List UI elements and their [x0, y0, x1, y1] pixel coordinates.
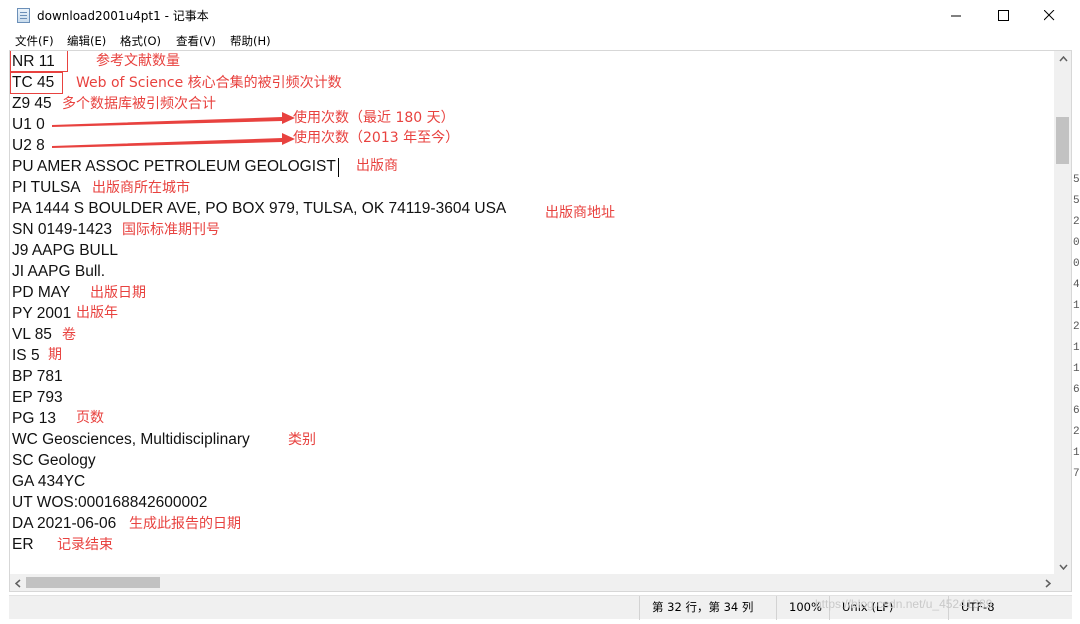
menu-view[interactable]: 查看(V) [176, 33, 216, 49]
vertical-scroll-thumb[interactable] [1056, 117, 1069, 164]
annotation-z9: 多个数据库被引频次合计 [62, 96, 216, 112]
annotation-tc: Web of Science 核心合集的被引频次计数 [76, 75, 342, 91]
edge-digit: 0 [1073, 258, 1080, 270]
annotation-da: 生成此报告的日期 [129, 516, 241, 532]
minimize-button[interactable] [933, 0, 979, 30]
edge-digit: 1 [1073, 342, 1080, 354]
line-ga: GA 434YC [12, 473, 86, 490]
status-cursor-position: 第 32 行，第 34 列 [639, 596, 775, 620]
scroll-up-button[interactable] [1055, 51, 1071, 67]
edge-digit: 6 [1073, 405, 1080, 417]
menu-bar: 文件(F) 编辑(E) 格式(O) 查看(V) 帮助(H) [0, 30, 1072, 50]
edge-digit: 5 [1073, 195, 1080, 207]
chevron-right-icon [1045, 578, 1051, 588]
edge-digit: 0 [1073, 237, 1080, 249]
menu-format[interactable]: 格式(O) [120, 33, 161, 49]
menu-help[interactable]: 帮助(H) [230, 33, 271, 49]
close-button[interactable] [1026, 0, 1072, 30]
annotation-py: 出版年 [76, 305, 118, 321]
vertical-scrollbar[interactable] [1054, 51, 1071, 575]
line-vl: VL 85 [12, 326, 52, 343]
chevron-left-icon [15, 578, 21, 588]
annotation-pg: 页数 [76, 410, 104, 426]
edge-digit: 2 [1073, 321, 1080, 333]
chevron-down-icon [1058, 564, 1068, 570]
maximize-button[interactable] [980, 0, 1026, 30]
line-ji: JI AAPG Bull. [12, 263, 106, 280]
edge-digit: 4 [1073, 279, 1080, 291]
menu-edit[interactable]: 编辑(E) [67, 33, 106, 49]
menu-file[interactable]: 文件(F) [15, 33, 54, 49]
line-er: ER [12, 536, 34, 553]
annotation-sn: 国际标准期刊号 [122, 222, 220, 238]
scrollbar-corner [1054, 574, 1071, 591]
annotation-u2: 使用次数（2013 年至今） [293, 130, 460, 146]
maximize-icon [997, 9, 1009, 21]
line-sn: SN 0149-1423 [12, 221, 112, 238]
scroll-down-button[interactable] [1055, 559, 1071, 575]
watermark: https://blog.csdn.net/u_45241389 [815, 597, 993, 611]
line-py: PY 2001 [12, 305, 72, 322]
line-ut: UT WOS:000168842600002 [12, 494, 208, 511]
scroll-left-button[interactable] [10, 575, 26, 591]
annotation-wc: 类别 [288, 432, 316, 448]
horizontal-scrollbar[interactable] [10, 574, 1056, 591]
line-pd: PD MAY [12, 284, 71, 301]
arrow-u1 [52, 112, 295, 127]
line-bp: BP 781 [12, 368, 63, 385]
annotation-is: 期 [48, 347, 62, 363]
text-editor[interactable]: NR 11 TC 45 Z9 45 U1 0 U2 8 PU AMER ASSO… [9, 50, 1072, 592]
edge-digit: 7 [1073, 468, 1080, 480]
edge-digit: 2 [1073, 426, 1080, 438]
line-sc: SC Geology [12, 452, 96, 469]
notepad-icon [17, 8, 30, 23]
annotation-pu: 出版商 [356, 158, 398, 174]
window-title: download2001u4pt1 - 记事本 [37, 9, 209, 23]
minimize-icon [950, 15, 961, 16]
edge-digit: 1 [1073, 300, 1080, 312]
line-ep: EP 793 [12, 389, 63, 406]
title-bar[interactable]: download2001u4pt1 - 记事本 [0, 0, 1072, 30]
text-caret [338, 158, 339, 177]
edge-digit: 2 [1073, 216, 1080, 228]
edge-digit: 5 [1073, 174, 1080, 186]
close-icon [1043, 9, 1054, 20]
line-pg: PG 13 [12, 410, 56, 427]
line-pi: PI TULSA [12, 179, 81, 196]
edge-digit: 1 [1073, 447, 1080, 459]
edge-digit: 6 [1073, 384, 1080, 396]
annotation-er: 记录结束 [57, 537, 113, 553]
line-da: DA 2021-06-06 [12, 515, 117, 532]
line-j9: J9 AAPG BULL [12, 242, 118, 259]
chevron-up-icon [1058, 56, 1068, 62]
edge-digit: 1 [1073, 363, 1080, 375]
line-is: IS 5 [12, 347, 40, 364]
annotation-nr: 参考文献数量 [96, 53, 180, 69]
annotation-pd: 出版日期 [90, 285, 146, 301]
annotation-pa: 出版商地址 [545, 205, 615, 221]
annotation-pi: 出版商所在城市 [92, 180, 190, 196]
arrow-u2 [52, 133, 295, 148]
background-window-edge: 5 5 2 0 0 4 1 2 1 1 6 6 2 1 7 [1072, 0, 1080, 624]
horizontal-scroll-thumb[interactable] [26, 577, 160, 588]
annotation-vl: 卷 [62, 327, 76, 343]
line-pa: PA 1444 S BOULDER AVE, PO BOX 979, TULSA… [12, 200, 507, 217]
annotation-u1: 使用次数（最近 180 天） [293, 110, 455, 126]
line-wc: WC Geosciences, Multidisciplinary [12, 431, 250, 448]
